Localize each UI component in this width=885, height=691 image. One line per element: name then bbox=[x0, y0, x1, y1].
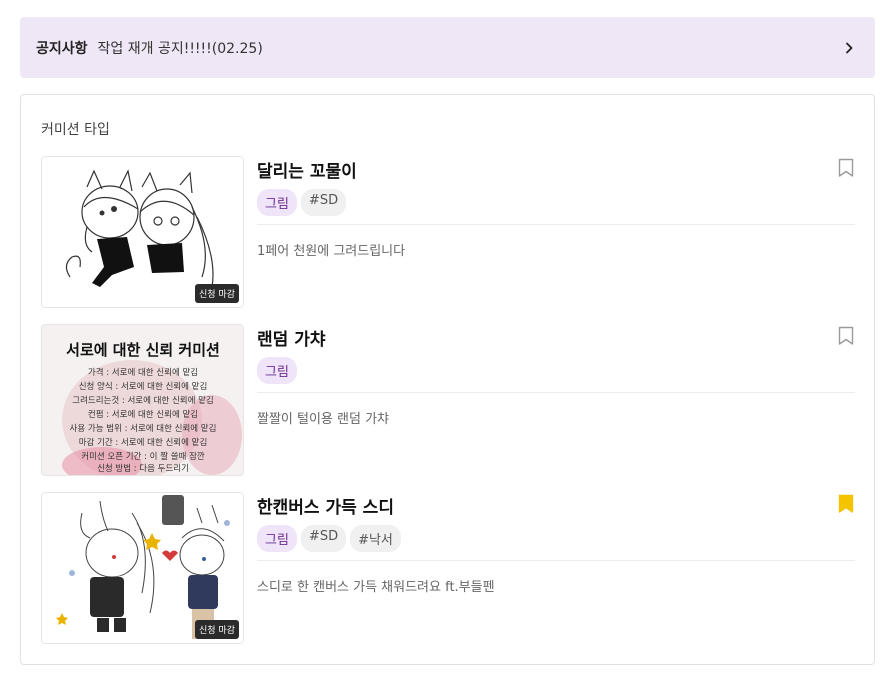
poster-line: 신청 양식 : 서로에 대한 신뢰에 맡김 bbox=[79, 381, 208, 392]
tag-hashtag[interactable]: #SD bbox=[300, 525, 347, 552]
commission-card[interactable]: 신청 마감 달리는 꼬물이 그림 #SD 1페어 천원에 그려드립니다 bbox=[41, 156, 855, 308]
commission-title[interactable]: 한캔버스 가득 스디 bbox=[257, 493, 394, 518]
tag-list: 그림 #SD bbox=[257, 189, 347, 216]
bookmark-icon[interactable] bbox=[837, 326, 855, 346]
commission-thumbnail[interactable]: 서로에 대한 신뢰 커미션 가격 : 서로에 대한 신뢰에 맡김 신청 양식 :… bbox=[41, 324, 244, 476]
closed-badge: 신청 마감 bbox=[195, 620, 239, 639]
tag-hashtag[interactable]: #낙서 bbox=[350, 525, 401, 552]
commission-thumbnail[interactable]: 신청 마감 bbox=[41, 156, 244, 308]
commission-description: 스디로 한 캔버스 가득 채워드려요 ft.부들펜 bbox=[257, 580, 495, 595]
poster-line: 마감 기간 : 서로에 대한 신뢰에 맡김 bbox=[79, 437, 208, 448]
poster-line: 컨펌 : 서로에 대한 신뢰에 맡김 bbox=[88, 409, 198, 420]
poster-line: 신청 방법 : 다음 두드리기 bbox=[97, 463, 189, 474]
section-title: 커미션 타입 bbox=[41, 122, 110, 138]
commission-title[interactable]: 랜덤 가챠 bbox=[257, 325, 325, 350]
notice-banner[interactable]: 공지사항 작업 재개 공지!!!!!(02.25) bbox=[20, 17, 875, 78]
divider bbox=[257, 560, 855, 561]
notice-text[interactable]: 작업 재개 공지!!!!!(02.25) bbox=[98, 38, 839, 58]
commission-type-panel: 커미션 타입 신청 마감 달리는 꼬물이 그림 #SD 1페어 천원에 그려드립… bbox=[20, 94, 875, 665]
poster-line: 그려드리는것 : 서로에 대한 신뢰에 맡김 bbox=[72, 395, 214, 406]
commission-description: 짤짤이 털이용 랜덤 가챠 bbox=[257, 412, 389, 427]
bookmark-icon[interactable] bbox=[837, 158, 855, 178]
tag-list: 그림 bbox=[257, 357, 297, 384]
poster-heading: 서로에 대한 신뢰 커미션 bbox=[66, 341, 220, 359]
tag-category[interactable]: 그림 bbox=[257, 357, 297, 384]
commission-card[interactable]: 신청 마감 한캔버스 가득 스디 그림 #SD #낙서 스디로 한 캔버스 가득… bbox=[41, 492, 855, 644]
commission-card[interactable]: 서로에 대한 신뢰 커미션 가격 : 서로에 대한 신뢰에 맡김 신청 양식 :… bbox=[41, 324, 855, 476]
tag-category[interactable]: 그림 bbox=[257, 525, 297, 552]
chevron-right-icon[interactable] bbox=[839, 38, 859, 58]
tag-list: 그림 #SD #낙서 bbox=[257, 525, 401, 552]
divider bbox=[257, 224, 855, 225]
commission-title[interactable]: 달리는 꼬물이 bbox=[257, 157, 357, 182]
closed-badge: 신청 마감 bbox=[195, 284, 239, 303]
divider bbox=[257, 392, 855, 393]
poster-line: 가격 : 서로에 대한 신뢰에 맡김 bbox=[88, 367, 198, 378]
tag-category[interactable]: 그림 bbox=[257, 189, 297, 216]
poster-line: 사용 가능 범위 : 서로에 대한 신뢰에 맡김 bbox=[70, 423, 217, 434]
poster-image: 서로에 대한 신뢰 커미션 가격 : 서로에 대한 신뢰에 맡김 신청 양식 :… bbox=[42, 325, 243, 475]
bookmark-filled-icon[interactable] bbox=[837, 494, 855, 514]
poster-line: 커미션 오픈 기간 : 이 짤 쓸때 잠깐 bbox=[81, 451, 205, 462]
commission-thumbnail[interactable]: 신청 마감 bbox=[41, 492, 244, 644]
commission-description: 1페어 천원에 그려드립니다 bbox=[257, 244, 406, 259]
tag-hashtag[interactable]: #SD bbox=[300, 189, 347, 216]
notice-label: 공지사항 bbox=[36, 40, 88, 57]
